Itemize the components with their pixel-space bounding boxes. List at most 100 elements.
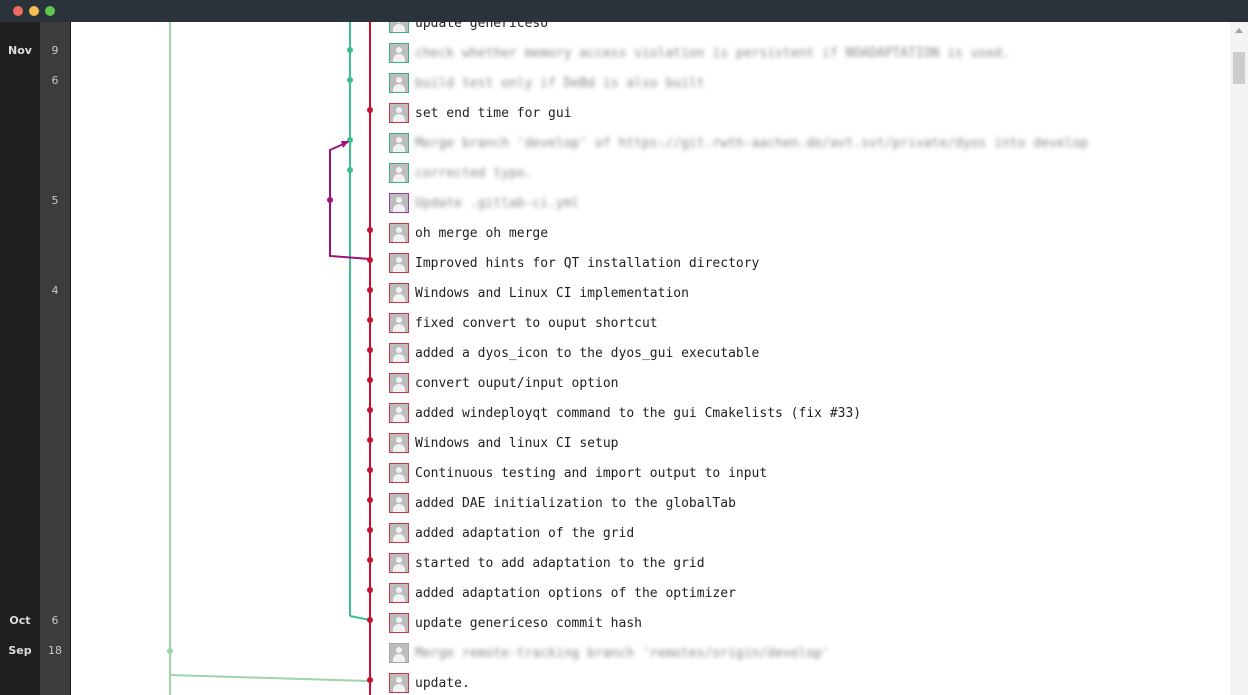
commit-row[interactable]: added a dyos_icon to the dyos_gui execut… bbox=[389, 338, 1219, 368]
author-avatar bbox=[389, 343, 409, 363]
commit-message: fixed convert to ouput shortcut bbox=[415, 315, 658, 331]
avatar-body-icon bbox=[393, 24, 405, 32]
commit-message: Update .gitlab-ci.yml bbox=[415, 195, 580, 211]
avatar-head-icon bbox=[396, 467, 402, 473]
commit-dot bbox=[367, 107, 373, 113]
avatar-head-icon bbox=[396, 137, 402, 143]
author-avatar bbox=[389, 22, 409, 33]
commit-dot bbox=[367, 677, 373, 683]
author-avatar bbox=[389, 583, 409, 603]
avatar-head-icon bbox=[396, 587, 402, 593]
commit-row[interactable]: update. bbox=[389, 668, 1219, 695]
commit-message: added DAE initialization to the globalTa… bbox=[415, 495, 736, 511]
avatar-head-icon bbox=[396, 527, 402, 533]
commit-row[interactable]: Merge branch 'develop' of https://git.rw… bbox=[389, 128, 1219, 158]
commit-dot bbox=[367, 257, 373, 263]
commit-row[interactable]: convert ouput/input option bbox=[389, 368, 1219, 398]
avatar-body-icon bbox=[393, 624, 405, 632]
commit-row[interactable]: added DAE initialization to the globalTa… bbox=[389, 488, 1219, 518]
commit-row[interactable]: Windows and linux CI setup bbox=[389, 428, 1219, 458]
maximize-window-button[interactable] bbox=[45, 6, 55, 16]
commit-dot bbox=[367, 407, 373, 413]
commit-row[interactable]: added windeployqt command to the gui Cma… bbox=[389, 398, 1219, 428]
commit-message: convert ouput/input option bbox=[415, 375, 619, 391]
avatar-body-icon bbox=[393, 234, 405, 242]
avatar-body-icon bbox=[393, 504, 405, 512]
author-avatar bbox=[389, 673, 409, 693]
commit-dot bbox=[167, 648, 173, 654]
author-avatar bbox=[389, 73, 409, 93]
commit-dot bbox=[367, 317, 373, 323]
commit-row[interactable]: build test only if DeBd is also built bbox=[389, 68, 1219, 98]
close-window-button[interactable] bbox=[13, 6, 23, 16]
commit-history-panel[interactable]: update genericeso check whether memory ac… bbox=[71, 22, 1230, 695]
avatar-body-icon bbox=[393, 414, 405, 422]
commit-row[interactable]: Continuous testing and import output to … bbox=[389, 458, 1219, 488]
commit-message: oh merge oh merge bbox=[415, 225, 549, 241]
avatar-head-icon bbox=[396, 22, 402, 23]
commit-row[interactable]: Improved hints for QT installation direc… bbox=[389, 248, 1219, 278]
commit-row[interactable]: corrected typo. bbox=[389, 158, 1219, 188]
scroll-up-arrow-icon[interactable] bbox=[1235, 28, 1243, 33]
commit-message: added a dyos_icon to the dyos_gui execut… bbox=[415, 345, 760, 361]
avatar-body-icon bbox=[393, 204, 405, 212]
day-label: 18 bbox=[48, 644, 62, 657]
author-avatar bbox=[389, 283, 409, 303]
merge-arrow-head bbox=[341, 141, 349, 148]
author-avatar bbox=[389, 403, 409, 423]
avatar-body-icon bbox=[393, 354, 405, 362]
commit-dot bbox=[367, 227, 373, 233]
commit-dot bbox=[367, 347, 373, 353]
author-avatar bbox=[389, 313, 409, 333]
commit-message: set end time for gui bbox=[415, 105, 572, 121]
avatar-head-icon bbox=[396, 377, 402, 383]
commit-row[interactable]: update genericeso commit hash bbox=[389, 608, 1219, 638]
day-label: 5 bbox=[51, 194, 59, 207]
avatar-head-icon bbox=[396, 437, 402, 443]
commit-message: check whether memory access violation is… bbox=[415, 45, 1010, 61]
commit-row[interactable]: update genericeso bbox=[389, 22, 1219, 38]
author-avatar bbox=[389, 163, 409, 183]
commit-row[interactable]: check whether memory access violation is… bbox=[389, 38, 1219, 68]
month-label: Oct bbox=[9, 614, 31, 627]
author-avatar bbox=[389, 193, 409, 213]
avatar-head-icon bbox=[396, 47, 402, 53]
avatar-head-icon bbox=[396, 557, 402, 563]
commit-row[interactable]: added adaptation of the grid bbox=[389, 518, 1219, 548]
commit-message: update genericeso bbox=[415, 22, 549, 31]
avatar-head-icon bbox=[396, 287, 402, 293]
avatar-body-icon bbox=[393, 144, 405, 152]
commit-row[interactable]: oh merge oh merge bbox=[389, 218, 1219, 248]
commit-row[interactable]: Update .gitlab-ci.yml bbox=[389, 188, 1219, 218]
commit-dot bbox=[367, 527, 373, 533]
vertical-scrollbar[interactable] bbox=[1230, 22, 1248, 695]
commit-row[interactable]: started to add adaptation to the grid bbox=[389, 548, 1219, 578]
author-avatar bbox=[389, 133, 409, 153]
commit-message: update genericeso commit hash bbox=[415, 615, 642, 631]
commit-dot bbox=[367, 497, 373, 503]
scrollbar-thumb[interactable] bbox=[1233, 52, 1245, 84]
avatar-head-icon bbox=[396, 347, 402, 353]
author-avatar bbox=[389, 643, 409, 663]
commit-row[interactable]: set end time for gui bbox=[389, 98, 1219, 128]
commit-row[interactable]: added adaptation options of the optimize… bbox=[389, 578, 1219, 608]
avatar-head-icon bbox=[396, 677, 402, 683]
commit-row[interactable]: Merge remote-tracking branch 'remotes/or… bbox=[389, 638, 1219, 668]
author-avatar bbox=[389, 103, 409, 123]
avatar-body-icon bbox=[393, 684, 405, 692]
commit-row[interactable]: Windows and Linux CI implementation bbox=[389, 278, 1219, 308]
avatar-body-icon bbox=[393, 264, 405, 272]
commit-row[interactable]: fixed convert to ouput shortcut bbox=[389, 308, 1219, 338]
commit-dot bbox=[367, 587, 373, 593]
commit-message: Continuous testing and import output to … bbox=[415, 465, 768, 481]
avatar-body-icon bbox=[393, 654, 405, 662]
author-avatar bbox=[389, 493, 409, 513]
commit-message: added windeployqt command to the gui Cma… bbox=[415, 405, 862, 421]
commit-dot bbox=[367, 377, 373, 383]
avatar-body-icon bbox=[393, 324, 405, 332]
month-label: Nov bbox=[8, 44, 32, 57]
commit-message: Windows and Linux CI implementation bbox=[415, 285, 689, 301]
minimize-window-button[interactable] bbox=[29, 6, 39, 16]
author-avatar bbox=[389, 463, 409, 483]
author-avatar bbox=[389, 223, 409, 243]
